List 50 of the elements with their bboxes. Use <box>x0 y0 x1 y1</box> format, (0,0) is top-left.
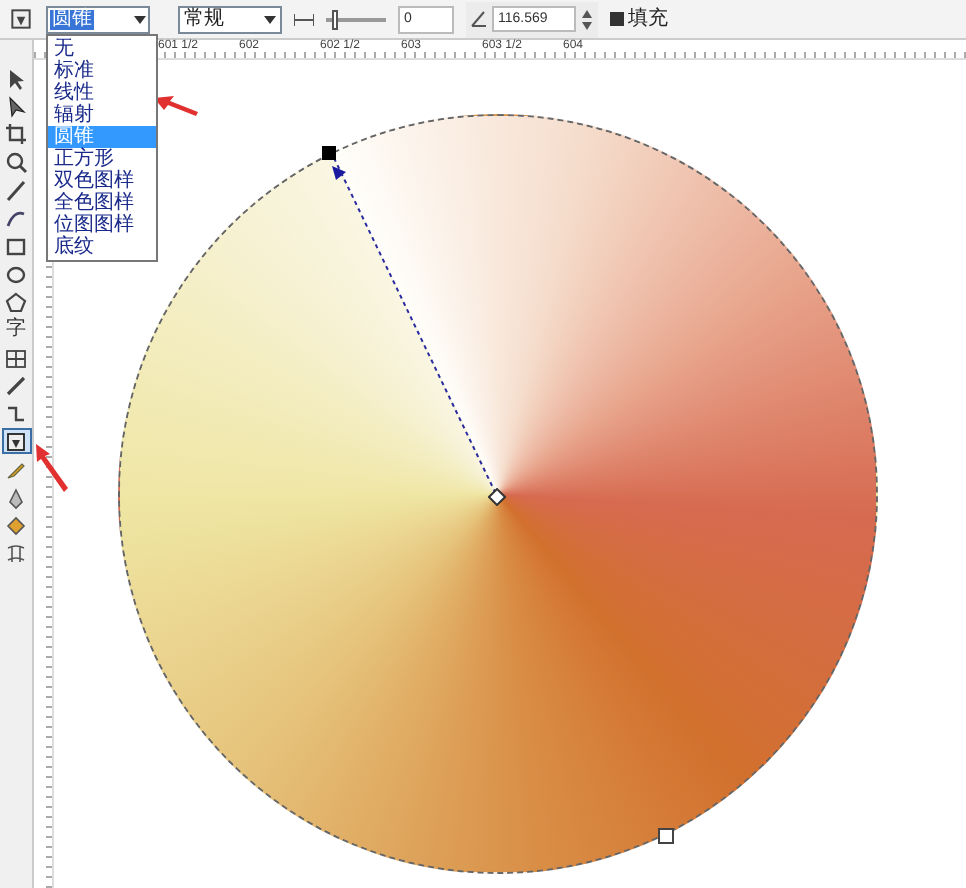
tool-button[interactable] <box>1 428 31 454</box>
rectangle-tool-icon <box>4 233 28 257</box>
dropdown-option[interactable]: 底纹 <box>48 235 156 257</box>
table-tool-icon <box>4 345 28 369</box>
tool-button[interactable] <box>1 288 31 314</box>
polygon-tool-icon <box>4 289 28 313</box>
arrow-annotation-icon <box>36 444 68 492</box>
dimension-tool-icon <box>4 373 28 397</box>
ellipse-tool-icon <box>4 261 28 285</box>
fill-tool-icon <box>8 6 34 32</box>
dropdown-option[interactable]: 正方形 <box>48 147 156 169</box>
tool-button[interactable] <box>1 512 31 538</box>
tool-button[interactable] <box>1 344 31 370</box>
node-handle[interactable] <box>658 828 674 844</box>
crop-tool-icon <box>4 121 28 145</box>
slider-thumb[interactable] <box>331 9 338 29</box>
tool-button[interactable] <box>1 148 31 174</box>
tool-button[interactable] <box>1 120 31 146</box>
connector-tool-icon <box>4 401 28 425</box>
zoom-tool-icon <box>4 149 28 173</box>
caret-icon <box>134 15 146 23</box>
dropdown-option[interactable]: 位图图样 <box>48 213 156 235</box>
spinner-icon[interactable] <box>580 7 594 31</box>
midpoint-slider[interactable] <box>326 9 386 29</box>
fill-tool-icon <box>4 513 28 537</box>
arrow-annotation-icon <box>154 94 198 118</box>
angle-icon <box>470 10 488 28</box>
midpoint-icon <box>294 11 314 27</box>
shape-tool-icon <box>4 93 28 117</box>
tool-button[interactable]: 字 <box>1 316 31 342</box>
dropdown-option[interactable]: 双色图样 <box>48 169 156 191</box>
dropdown-option[interactable]: 辐射 <box>48 103 156 125</box>
mode-dropdown[interactable]: 常规 <box>178 5 282 33</box>
angle-triangle-icon[interactable] <box>332 166 346 180</box>
checkbox[interactable] <box>610 12 624 26</box>
center-diamond-handle[interactable] <box>488 488 506 506</box>
pick-tool-icon <box>4 65 28 89</box>
tool-button[interactable] <box>1 372 31 398</box>
outline-tool-icon <box>4 485 28 509</box>
fill-checkbox[interactable]: 填充 <box>610 9 668 29</box>
mesh-tool-icon <box>4 541 28 565</box>
caret-icon <box>264 15 276 23</box>
dropdown-option[interactable]: 线性 <box>48 81 156 103</box>
dropdown-option[interactable]: 无 <box>48 37 156 59</box>
freehand-tool-icon <box>4 177 28 201</box>
dropdown-option[interactable]: 标准 <box>48 59 156 81</box>
tool-button[interactable] <box>1 176 31 202</box>
checkbox-label: 填充 <box>628 9 668 29</box>
gradient-start-handle[interactable] <box>322 146 336 160</box>
dropdown-option[interactable]: 全色图样 <box>48 191 156 213</box>
